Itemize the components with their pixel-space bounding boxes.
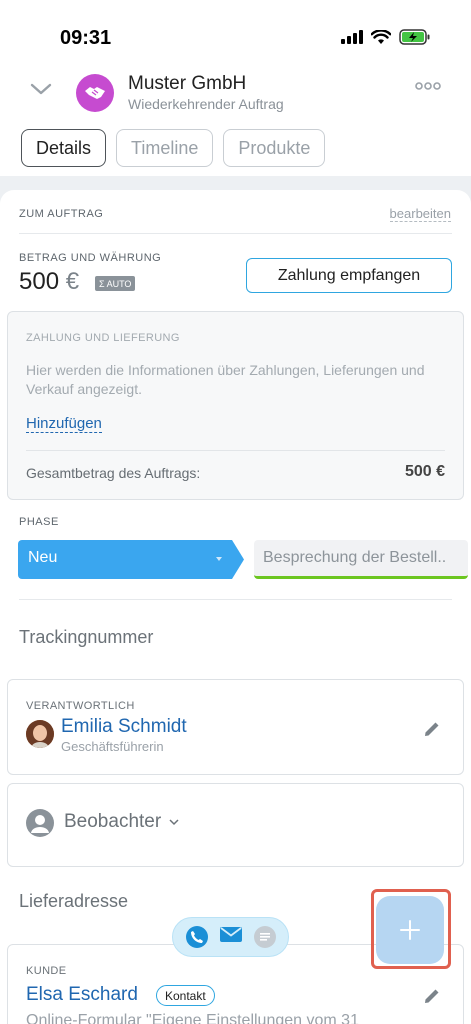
delivery-address-field[interactable]: Lieferadresse — [19, 891, 128, 912]
observers-dropdown[interactable]: Beobachter — [64, 811, 179, 833]
responsible-role: Geschäftsführerin — [61, 739, 164, 754]
observers-label: Beobachter — [64, 811, 162, 832]
communication-bar — [172, 917, 289, 957]
add-button[interactable] — [376, 896, 444, 964]
phase-next-label: Besprechung der Bestell.. — [263, 549, 447, 566]
edit-link[interactable]: bearbeiten — [389, 206, 451, 222]
pencil-icon[interactable] — [423, 720, 441, 738]
responsible-name[interactable]: Emilia Schmidt — [61, 716, 187, 738]
pencil-icon[interactable] — [423, 987, 441, 1005]
sigma-icon: Σ — [99, 278, 105, 289]
payment-delivery-box: ZAHLUNG UND LIEFERUNG Hier werden die In… — [7, 311, 464, 500]
avatar — [26, 720, 54, 748]
divider — [19, 233, 452, 234]
amount-currency: € — [65, 268, 80, 295]
section-title: ZUM AUFTRAG — [19, 208, 104, 220]
chevron-down-icon — [169, 819, 179, 826]
customer-description: Online-Formular "Eigene Einstellungen vo… — [26, 1012, 359, 1024]
status-icons — [341, 29, 431, 45]
entity-header: Muster GmbH Wiederkehrender Auftrag Deta… — [0, 68, 471, 176]
amount-label: BETRAG UND WÄHRUNG — [19, 252, 162, 264]
app-screen: 09:31 Muster GmbH Wiederkehrender Auftra… — [0, 0, 471, 1024]
phase-label: PHASE — [19, 516, 59, 528]
order-total-value: 500 € — [404, 463, 445, 480]
page-subtitle: Wiederkehrender Auftrag — [128, 96, 284, 112]
customer-label: KUNDE — [26, 965, 67, 977]
phone-icon[interactable] — [185, 926, 208, 948]
auto-badge-label: AUTO — [106, 278, 132, 289]
user-icon — [26, 809, 54, 837]
phase-next-button[interactable]: Besprechung der Bestell.. — [254, 540, 468, 579]
customer-name[interactable]: Elsa Eschard — [26, 984, 138, 1006]
divider — [26, 450, 445, 451]
add-link[interactable]: Hinzufügen — [26, 415, 102, 433]
handshake-icon — [76, 74, 114, 112]
contact-badge: Kontakt — [156, 985, 215, 1006]
tab-bar: Details Timeline Produkte — [21, 129, 326, 167]
plus-icon — [400, 920, 420, 940]
chevron-down-icon[interactable] — [30, 82, 52, 96]
status-bar: 09:31 — [0, 0, 471, 68]
status-time: 09:31 — [60, 27, 112, 49]
payment-description: Hier werden die Informationen über Zahlu… — [26, 362, 425, 397]
order-total-label: Gesamtbetrag des Auftrags: — [26, 465, 201, 481]
divider — [19, 599, 452, 600]
tab-details[interactable]: Details — [21, 129, 107, 167]
tab-timeline[interactable]: Timeline — [116, 129, 214, 167]
amount-number: 500 — [19, 268, 60, 295]
mail-icon[interactable] — [219, 927, 242, 947]
signal-icon — [341, 30, 363, 44]
wifi-icon — [371, 29, 391, 44]
tab-produkte[interactable]: Produkte — [223, 129, 326, 167]
tracking-number-field[interactable]: Trackingnummer — [19, 627, 153, 648]
amount-value: 500 € — [19, 268, 79, 296]
payment-label: ZAHLUNG UND LIEFERUNG — [26, 332, 180, 344]
responsible-label: VERANTWORTLICH — [26, 700, 135, 712]
responsible-box[interactable]: VERANTWORTLICH Emilia Schmidt Geschäftsf… — [7, 679, 464, 775]
observers-box[interactable]: Beobachter — [7, 783, 464, 867]
page-title: Muster GmbH — [128, 73, 247, 94]
chat-icon[interactable] — [253, 926, 276, 948]
phase-current-label: Neu — [28, 549, 58, 566]
battery-charging-icon — [399, 29, 430, 45]
auto-sum-badge: Σ AUTO — [95, 276, 136, 291]
more-options-icon[interactable] — [415, 82, 441, 90]
receive-payment-button[interactable]: Zahlung empfangen — [246, 258, 452, 293]
